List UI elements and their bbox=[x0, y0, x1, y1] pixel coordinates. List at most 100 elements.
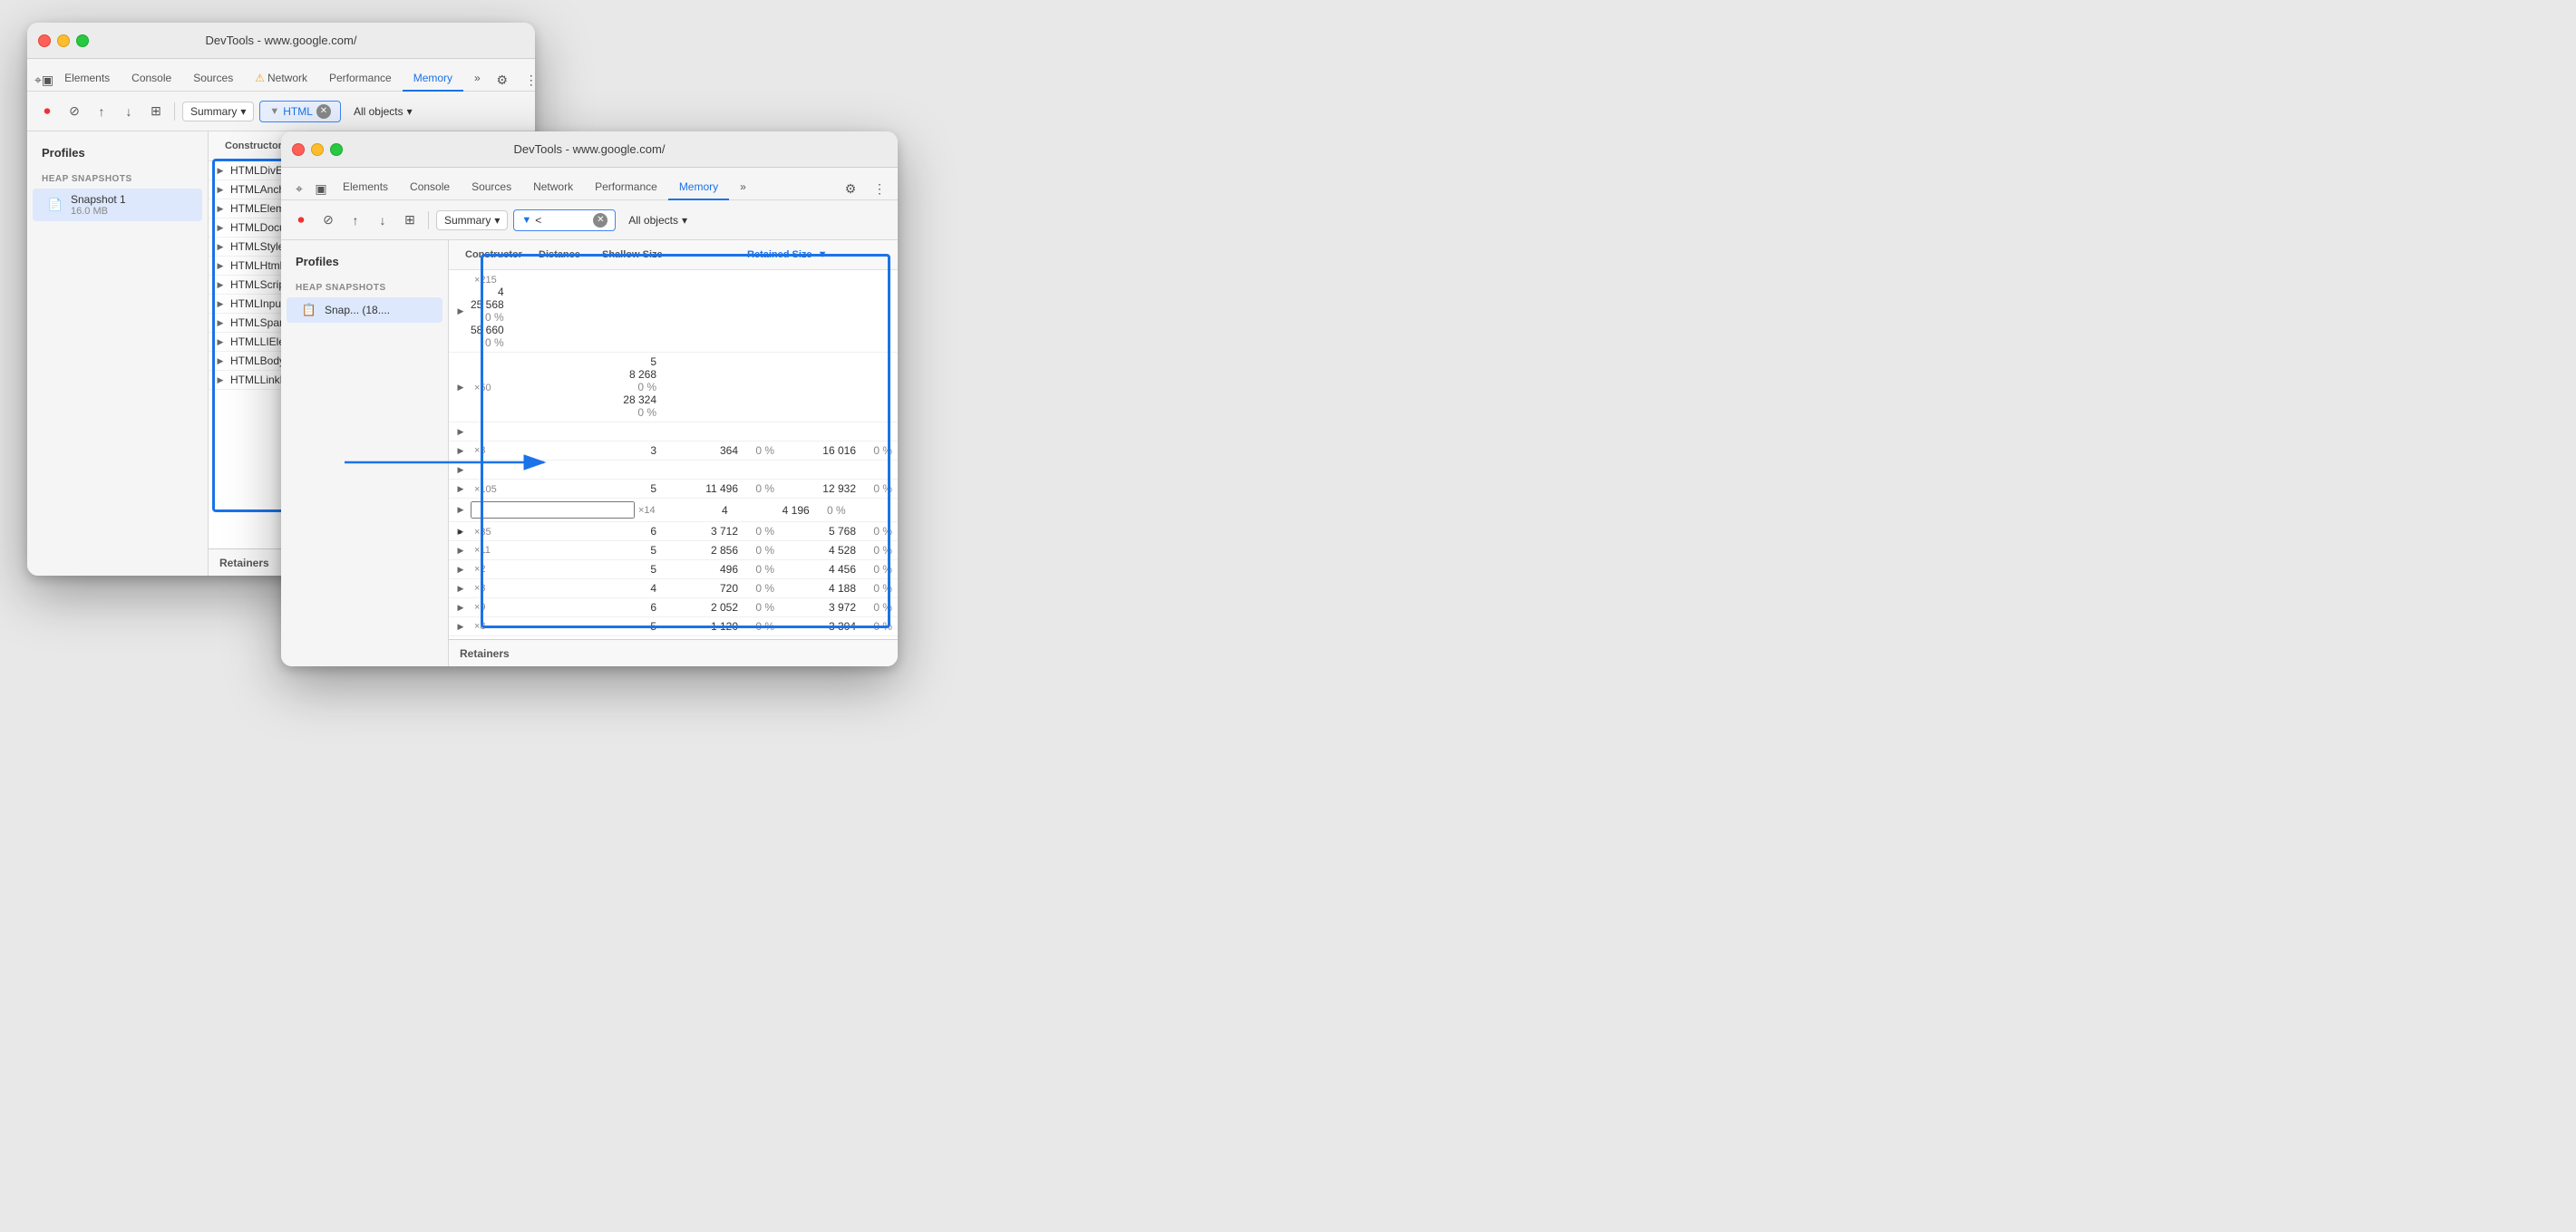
cursor-icon-back[interactable]: ⌖ bbox=[34, 69, 42, 91]
shallow-pct-cell: 0 % bbox=[742, 525, 774, 538]
shallow-pct-cell: 0 % bbox=[742, 582, 774, 595]
col-retained-pct-front bbox=[841, 246, 887, 264]
tab-console-back[interactable]: Console bbox=[121, 66, 182, 92]
shallow-cell: 496 bbox=[656, 563, 738, 576]
traffic-lights-back bbox=[38, 34, 89, 47]
expand-icon: ▶ bbox=[214, 335, 227, 348]
retained-pct-cell: 0 % bbox=[860, 544, 892, 557]
maximize-button-front[interactable] bbox=[330, 143, 343, 156]
tab-performance-front[interactable]: Performance bbox=[584, 175, 668, 200]
summary-select-back[interactable]: Summary ▾ bbox=[182, 102, 254, 121]
retained-cell: 16 016 bbox=[774, 444, 856, 457]
tab-memory-front[interactable]: Memory bbox=[668, 175, 729, 200]
expand-icon-front: ▶ bbox=[454, 620, 467, 633]
filter-input-front[interactable] bbox=[535, 214, 589, 227]
minimize-button-back[interactable] bbox=[57, 34, 70, 47]
row-count-front: ×2 bbox=[474, 564, 486, 575]
tab-performance-back[interactable]: Performance bbox=[318, 66, 403, 92]
sort-arrow-front: ▼ bbox=[818, 249, 828, 260]
download-icon-front[interactable]: ↓ bbox=[372, 209, 394, 231]
constructor-row-front[interactable]: ▶ </span> <span class="row-count" data-n… bbox=[449, 422, 898, 441]
constructor-row-front[interactable]: ▶ ×11 5 2 856 0 % 4 528 0 % bbox=[449, 541, 898, 560]
stop-icon-front[interactable]: ⊘ bbox=[317, 209, 339, 231]
all-objects-back[interactable]: All objects ▾ bbox=[346, 102, 526, 121]
layers-icon-back[interactable]: ⊞ bbox=[145, 101, 167, 122]
retained-cell: 5 768 bbox=[774, 525, 856, 538]
filter-clear-front[interactable]: ✕ bbox=[593, 213, 608, 228]
row-name-front: ×215 4 25 568 0 % 58 660 0 % bbox=[471, 273, 504, 349]
window-body-front: ⌖ ▣ Elements Console Sources Network Per… bbox=[281, 168, 898, 666]
window-title-front: DevTools - www.google.com/ bbox=[514, 142, 666, 156]
filter-box-front[interactable]: ▼ ✕ bbox=[513, 209, 616, 231]
download-icon-back[interactable]: ↓ bbox=[118, 101, 140, 122]
tab-elements-front[interactable]: Elements bbox=[332, 175, 399, 200]
expand-icon: ▶ bbox=[214, 354, 227, 367]
tab-sources-front[interactable]: Sources bbox=[461, 175, 522, 200]
filter-clear-back[interactable]: ✕ bbox=[316, 104, 331, 119]
all-objects-front[interactable]: All objects ▾ bbox=[621, 211, 889, 229]
tab-more-back[interactable]: » bbox=[463, 66, 491, 92]
close-button-front[interactable] bbox=[292, 143, 305, 156]
shallow-cell: 2 052 bbox=[656, 601, 738, 614]
constructor-row-front[interactable]: ▶ ×3 3 364 0 % 16 016 0 % bbox=[449, 441, 898, 461]
shallow-pct-cell: 0 % bbox=[474, 311, 504, 324]
nav-tabs-back: ⌖ ▣ Elements Console Sources ⚠ Network P… bbox=[27, 59, 535, 92]
constructor-row-front[interactable]: ▶ ×215 4 25 568 0 % 58 660 0 % bbox=[449, 270, 898, 353]
cursor-icon-front[interactable]: ⌖ bbox=[288, 178, 310, 199]
tab-elements-back[interactable]: Elements bbox=[53, 66, 121, 92]
sidebar-front: Profiles Heap snapshots 📋 Snap... (18...… bbox=[281, 240, 449, 666]
retained-cell: 3 972 bbox=[774, 601, 856, 614]
constructor-row-front[interactable]: ▶ ×3 4 720 0 % 4 188 0 % bbox=[449, 579, 898, 598]
expand-icon: ▶ bbox=[214, 221, 227, 234]
constructor-row-front[interactable]: ▶ ×8 5 1 120 0 % 3 304 0 % bbox=[449, 617, 898, 636]
close-button-back[interactable] bbox=[38, 34, 51, 47]
row-count-front: ×8 bbox=[474, 621, 486, 632]
traffic-lights-front bbox=[292, 143, 343, 156]
record-icon-front[interactable]: ⏺ bbox=[290, 209, 312, 231]
shallow-cell: 364 bbox=[656, 444, 738, 457]
upload-icon-front[interactable]: ↑ bbox=[345, 209, 366, 231]
retained-cell: 6 076 bbox=[846, 504, 898, 517]
distance-cell: 4 bbox=[471, 286, 504, 298]
summary-select-front[interactable]: Summary ▾ bbox=[436, 210, 508, 230]
more-icon-front[interactable]: ⋮ bbox=[869, 178, 890, 199]
tab-network-front[interactable]: Network bbox=[522, 175, 584, 200]
retainers-front: Retainers bbox=[449, 639, 898, 666]
snapshot-icon-back: 📄 bbox=[47, 197, 63, 213]
settings-icon-front[interactable]: ⚙ bbox=[840, 178, 861, 199]
expand-icon-front: ▶ bbox=[454, 381, 467, 393]
expand-icon-front: ▶ bbox=[454, 482, 467, 495]
maximize-button-back[interactable] bbox=[76, 34, 89, 47]
constructor-row-front[interactable]: ▶ ×50 5 8 268 0 % 28 324 0 % bbox=[449, 353, 898, 422]
constructor-row-front[interactable]: ▶ ×14 4 4 196 0 % 6 076 0 % bbox=[449, 499, 898, 522]
tab-sources-back[interactable]: Sources bbox=[182, 66, 244, 92]
constructor-rows-front[interactable]: ▶ ×215 4 25 568 0 % 58 660 0 % ▶ ×50 5 8… bbox=[449, 270, 898, 639]
sidebar-snapshot-front[interactable]: 📋 Snap... (18.... bbox=[287, 297, 442, 323]
shallow-cell: 2 856 bbox=[656, 544, 738, 557]
constructor-row-front[interactable]: ▶ ×2 5 496 0 % 4 456 0 % bbox=[449, 560, 898, 579]
constructor-row-front[interactable]: ▶ ×9 6 2 052 0 % 3 972 0 % bbox=[449, 598, 898, 617]
constructor-row-front[interactable]: ▶ ×105 5 11 496 0 % 12 932 0 % bbox=[449, 480, 898, 499]
frame-icon-back[interactable]: ▣ bbox=[42, 69, 53, 91]
record-icon-back[interactable]: ⏺ bbox=[36, 101, 58, 122]
tab-network-back[interactable]: ⚠ Network bbox=[244, 66, 318, 92]
settings-icon-back[interactable]: ⚙ bbox=[491, 69, 513, 91]
tab-more-front[interactable]: » bbox=[729, 175, 757, 200]
filter-icon-back: ▼ bbox=[269, 106, 279, 117]
stop-icon-back[interactable]: ⊘ bbox=[63, 101, 85, 122]
minimize-button-front[interactable] bbox=[311, 143, 324, 156]
expand-icon: ▶ bbox=[214, 164, 227, 177]
sidebar-snapshot-back[interactable]: 📄 Snapshot 1 16.0 MB bbox=[33, 189, 202, 221]
more-icon-back[interactable]: ⋮ bbox=[520, 69, 535, 91]
frame-icon-front[interactable]: ▣ bbox=[310, 178, 332, 199]
devtools-window-front: DevTools - www.google.com/ ⌖ ▣ Elements … bbox=[281, 131, 898, 666]
constructor-row-front[interactable]: ▶ ×35 6 3 712 0 % 5 768 0 % bbox=[449, 522, 898, 541]
snapshot-name-back: Snapshot 1 bbox=[71, 193, 126, 206]
layers-icon-front[interactable]: ⊞ bbox=[399, 209, 421, 231]
upload-icon-back[interactable]: ↑ bbox=[91, 101, 112, 122]
tab-memory-back[interactable]: Memory bbox=[403, 66, 463, 92]
filter-box-back[interactable]: ▼ HTML ✕ bbox=[259, 101, 341, 122]
tab-console-front[interactable]: Console bbox=[399, 175, 461, 200]
constructor-row-front[interactable]: ▶ </span> <span class="row-count" data-n… bbox=[449, 461, 898, 480]
sep1-front bbox=[428, 211, 429, 229]
